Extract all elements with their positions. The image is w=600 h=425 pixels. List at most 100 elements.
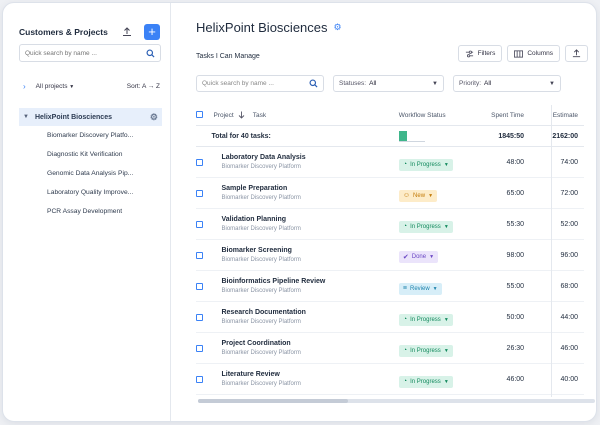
main-panel: HelixPoint Biosciences ⚙ Tasks I Can Man… bbox=[172, 3, 596, 421]
estimate: 68:00 bbox=[560, 282, 578, 290]
status-badge[interactable]: ◔ In Progress ▼ bbox=[398, 313, 453, 326]
estimate: 96:00 bbox=[560, 251, 578, 259]
search-icon[interactable] bbox=[309, 79, 318, 88]
spent-time: 48:00 bbox=[506, 158, 525, 166]
task-project: Biomarker Discovery Platform bbox=[221, 350, 301, 356]
row-checkbox[interactable] bbox=[196, 314, 203, 321]
status-badge[interactable]: ◔ In Progress ▼ bbox=[398, 344, 453, 357]
task-name[interactable]: Project Coordination bbox=[221, 340, 290, 347]
sidebar-item-project[interactable]: PCR Assay Development bbox=[19, 203, 162, 221]
caret-down-icon: ▼ bbox=[443, 347, 449, 354]
task-search[interactable]: Quick search by name ... bbox=[196, 75, 324, 92]
table-row[interactable]: Biomarker Screening Biomarker Discovery P… bbox=[196, 240, 584, 271]
task-project: Biomarker Discovery Platform bbox=[221, 381, 301, 387]
estimate: 40:00 bbox=[560, 375, 578, 383]
row-checkbox[interactable] bbox=[196, 252, 203, 259]
statuses-label: Statuses: bbox=[339, 80, 367, 87]
task-name[interactable]: Research Documentation bbox=[221, 309, 305, 316]
table-row[interactable]: Bioinformatics Pipeline Review Biomarker … bbox=[196, 271, 584, 302]
row-checkbox[interactable] bbox=[196, 345, 203, 352]
total-row: Total for 40 tasks: 1845:50 2162:00 bbox=[196, 126, 584, 147]
search-icon[interactable] bbox=[146, 48, 155, 58]
row-checkbox[interactable] bbox=[196, 221, 203, 228]
sidebar-item-project[interactable]: Biomarker Discovery Platfo... bbox=[19, 127, 162, 145]
task-project: Biomarker Discovery Platform bbox=[221, 195, 301, 201]
columns-button[interactable]: Columns bbox=[507, 45, 560, 62]
upload-icon[interactable] bbox=[119, 25, 134, 40]
task-name[interactable]: Bioinformatics Pipeline Review bbox=[221, 278, 325, 285]
tree-root-label: HelixPoint Biosciences bbox=[34, 113, 112, 121]
header-task[interactable]: Task bbox=[253, 112, 266, 119]
table-row[interactable]: Research Documentation Biomarker Discover… bbox=[196, 302, 584, 333]
gear-icon[interactable]: ⚙ bbox=[150, 112, 158, 123]
status-icon: ◔ bbox=[402, 378, 408, 385]
total-estimate: 2162:00 bbox=[552, 132, 579, 140]
caret-down-icon: ▼ bbox=[432, 80, 438, 87]
gear-icon[interactable]: ⚙ bbox=[334, 22, 342, 33]
sidebar-item-project[interactable]: Genomic Data Analysis Pip... bbox=[19, 165, 162, 183]
status-badge[interactable]: ☺ New ▼ bbox=[398, 189, 438, 202]
sort-arrow-down-icon[interactable] bbox=[238, 111, 245, 119]
table-row[interactable]: Project Coordination Biomarker Discovery … bbox=[196, 333, 584, 364]
sidebar-search[interactable] bbox=[19, 44, 161, 62]
task-name[interactable]: Literature Review bbox=[221, 371, 279, 378]
all-projects-label: All projects bbox=[35, 82, 68, 90]
row-checkbox[interactable] bbox=[196, 159, 203, 166]
table-header: Project Task Workflow Status Spent Time … bbox=[196, 105, 584, 126]
sidebar-search-input[interactable] bbox=[25, 49, 146, 57]
caret-down-icon[interactable]: ▼ bbox=[23, 114, 29, 120]
status-badge[interactable]: ≡ Review ▼ bbox=[398, 282, 442, 295]
sort-control[interactable]: Sort: A → Z bbox=[127, 83, 160, 90]
sidebar-item-project[interactable]: Laboratory Quality Improve... bbox=[19, 184, 162, 202]
add-project-button[interactable]: + bbox=[144, 24, 160, 40]
total-spent: 1845:50 bbox=[498, 132, 525, 140]
status-icon: ≡ bbox=[402, 285, 407, 292]
task-name[interactable]: Sample Preparation bbox=[221, 185, 287, 192]
sidebar: Customers & Projects + › All projects ▼ … bbox=[3, 3, 171, 421]
estimate: 46:00 bbox=[560, 344, 578, 352]
filters-button[interactable]: Filters bbox=[457, 45, 503, 62]
total-progress-bar bbox=[398, 130, 425, 142]
task-name[interactable]: Validation Planning bbox=[221, 216, 286, 223]
chevron-right-icon[interactable]: › bbox=[23, 82, 26, 91]
scrollbar-thumb[interactable] bbox=[198, 399, 348, 403]
row-checkbox[interactable] bbox=[196, 283, 203, 290]
table-row[interactable]: Laboratory Data Analysis Biomarker Discov… bbox=[196, 147, 584, 178]
status-badge[interactable]: ◔ In Progress ▼ bbox=[398, 220, 453, 233]
status-icon: ☺ bbox=[402, 192, 411, 199]
caret-down-icon: ▼ bbox=[428, 192, 434, 199]
export-button[interactable] bbox=[565, 45, 588, 62]
task-name[interactable]: Laboratory Data Analysis bbox=[221, 154, 305, 161]
select-all-checkbox[interactable] bbox=[196, 110, 203, 118]
spent-time: 98:00 bbox=[506, 251, 525, 259]
table-row[interactable]: Validation Planning Biomarker Discovery P… bbox=[196, 209, 584, 240]
header-status[interactable]: Workflow Status bbox=[393, 112, 470, 119]
status-badge[interactable]: ◔ In Progress ▼ bbox=[398, 375, 453, 388]
table-row[interactable]: Literature Review Biomarker Discovery Pla… bbox=[196, 364, 584, 395]
task-search-input[interactable]: Quick search by name ... bbox=[202, 80, 309, 87]
header-project[interactable]: Project bbox=[214, 112, 234, 119]
row-checkbox[interactable] bbox=[196, 376, 203, 383]
table-row[interactable]: Sample Preparation Biomarker Discovery Pl… bbox=[196, 178, 584, 209]
sidebar-filters: › All projects ▼ Sort: A → Z bbox=[23, 80, 160, 92]
column-divider[interactable] bbox=[551, 105, 552, 397]
all-projects-dropdown[interactable]: All projects ▼ bbox=[36, 83, 127, 90]
status-label: In Progress bbox=[410, 161, 441, 168]
header-estimate[interactable]: Estimate bbox=[524, 112, 584, 119]
tasks-table: Project Task Workflow Status Spent Time … bbox=[196, 105, 584, 395]
status-badge[interactable]: ✔ Done ▼ bbox=[398, 251, 439, 263]
sidebar-item-project[interactable]: Diagnostic Kit Verification bbox=[19, 146, 162, 164]
status-badge[interactable]: ◔ In Progress ▼ bbox=[398, 158, 453, 171]
task-name[interactable]: Biomarker Screening bbox=[221, 247, 291, 254]
status-label: In Progress bbox=[410, 316, 441, 323]
status-icon: ✔ bbox=[402, 254, 409, 261]
header-spent[interactable]: Spent Time bbox=[470, 112, 524, 119]
horizontal-scrollbar[interactable] bbox=[198, 399, 595, 403]
status-label: Review bbox=[409, 285, 430, 292]
caret-down-icon: ▼ bbox=[429, 254, 435, 260]
priority-select[interactable]: Priority: All ▼ bbox=[453, 75, 561, 92]
statuses-select[interactable]: Statuses: All ▼ bbox=[333, 75, 444, 92]
tree-root-customer[interactable]: ▼ HelixPoint Biosciences ⚙ bbox=[19, 108, 162, 126]
status-label: In Progress bbox=[410, 223, 441, 230]
row-checkbox[interactable] bbox=[196, 190, 203, 197]
